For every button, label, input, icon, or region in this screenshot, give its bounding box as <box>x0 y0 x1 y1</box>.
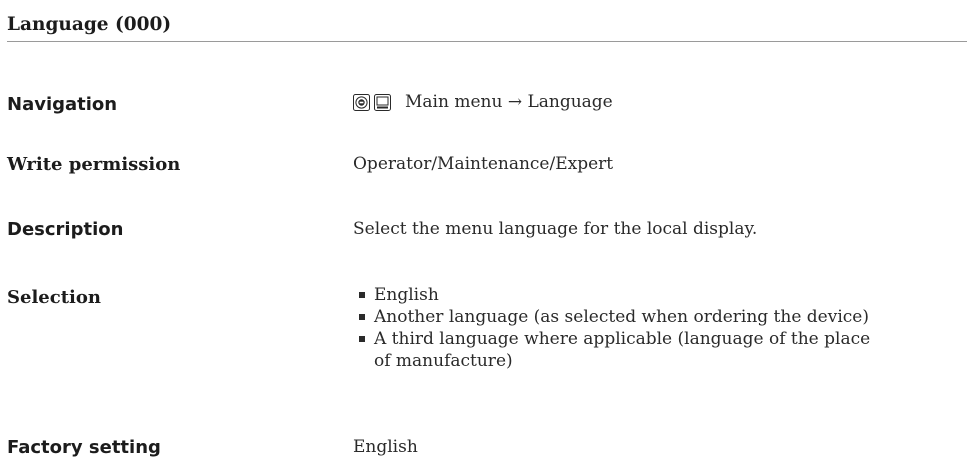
bullet-icon <box>359 314 365 320</box>
description-label: Description <box>7 219 124 240</box>
operating-tool-icon <box>353 94 370 111</box>
selection-item-text: Another language (as selected when order… <box>374 307 870 327</box>
navigation-value: Main menu → Language <box>353 94 613 111</box>
selection-item-text-continued: of manufacture) <box>374 351 513 371</box>
section-title: Language (000) <box>7 14 172 35</box>
factory-setting-value: English <box>353 437 418 457</box>
factory-setting-label: Factory setting <box>7 437 161 458</box>
bullet-icon <box>359 336 365 342</box>
bullet-icon <box>359 292 365 298</box>
selection-item: Another language (as selected when order… <box>359 306 870 328</box>
selection-item-text: A third language where applicable (langu… <box>374 329 871 349</box>
description-value: Select the menu language for the local d… <box>353 219 758 239</box>
selection-item: English <box>359 284 870 306</box>
selection-item-text: English <box>374 285 439 305</box>
write-permission-value: Operator/Maintenance/Expert <box>353 154 614 174</box>
display-menu-icon <box>374 94 391 111</box>
selection-item: A third language where applicable (langu… <box>359 328 870 372</box>
header-divider <box>7 41 967 42</box>
section-header: Language (000) <box>0 0 967 42</box>
write-permission-label: Write permission <box>7 154 181 175</box>
navigation-label: Navigation <box>7 94 118 115</box>
navigation-path: Main menu → Language <box>405 92 613 112</box>
selection-list: English Another language (as selected wh… <box>359 284 870 372</box>
selection-label: Selection <box>7 287 101 308</box>
